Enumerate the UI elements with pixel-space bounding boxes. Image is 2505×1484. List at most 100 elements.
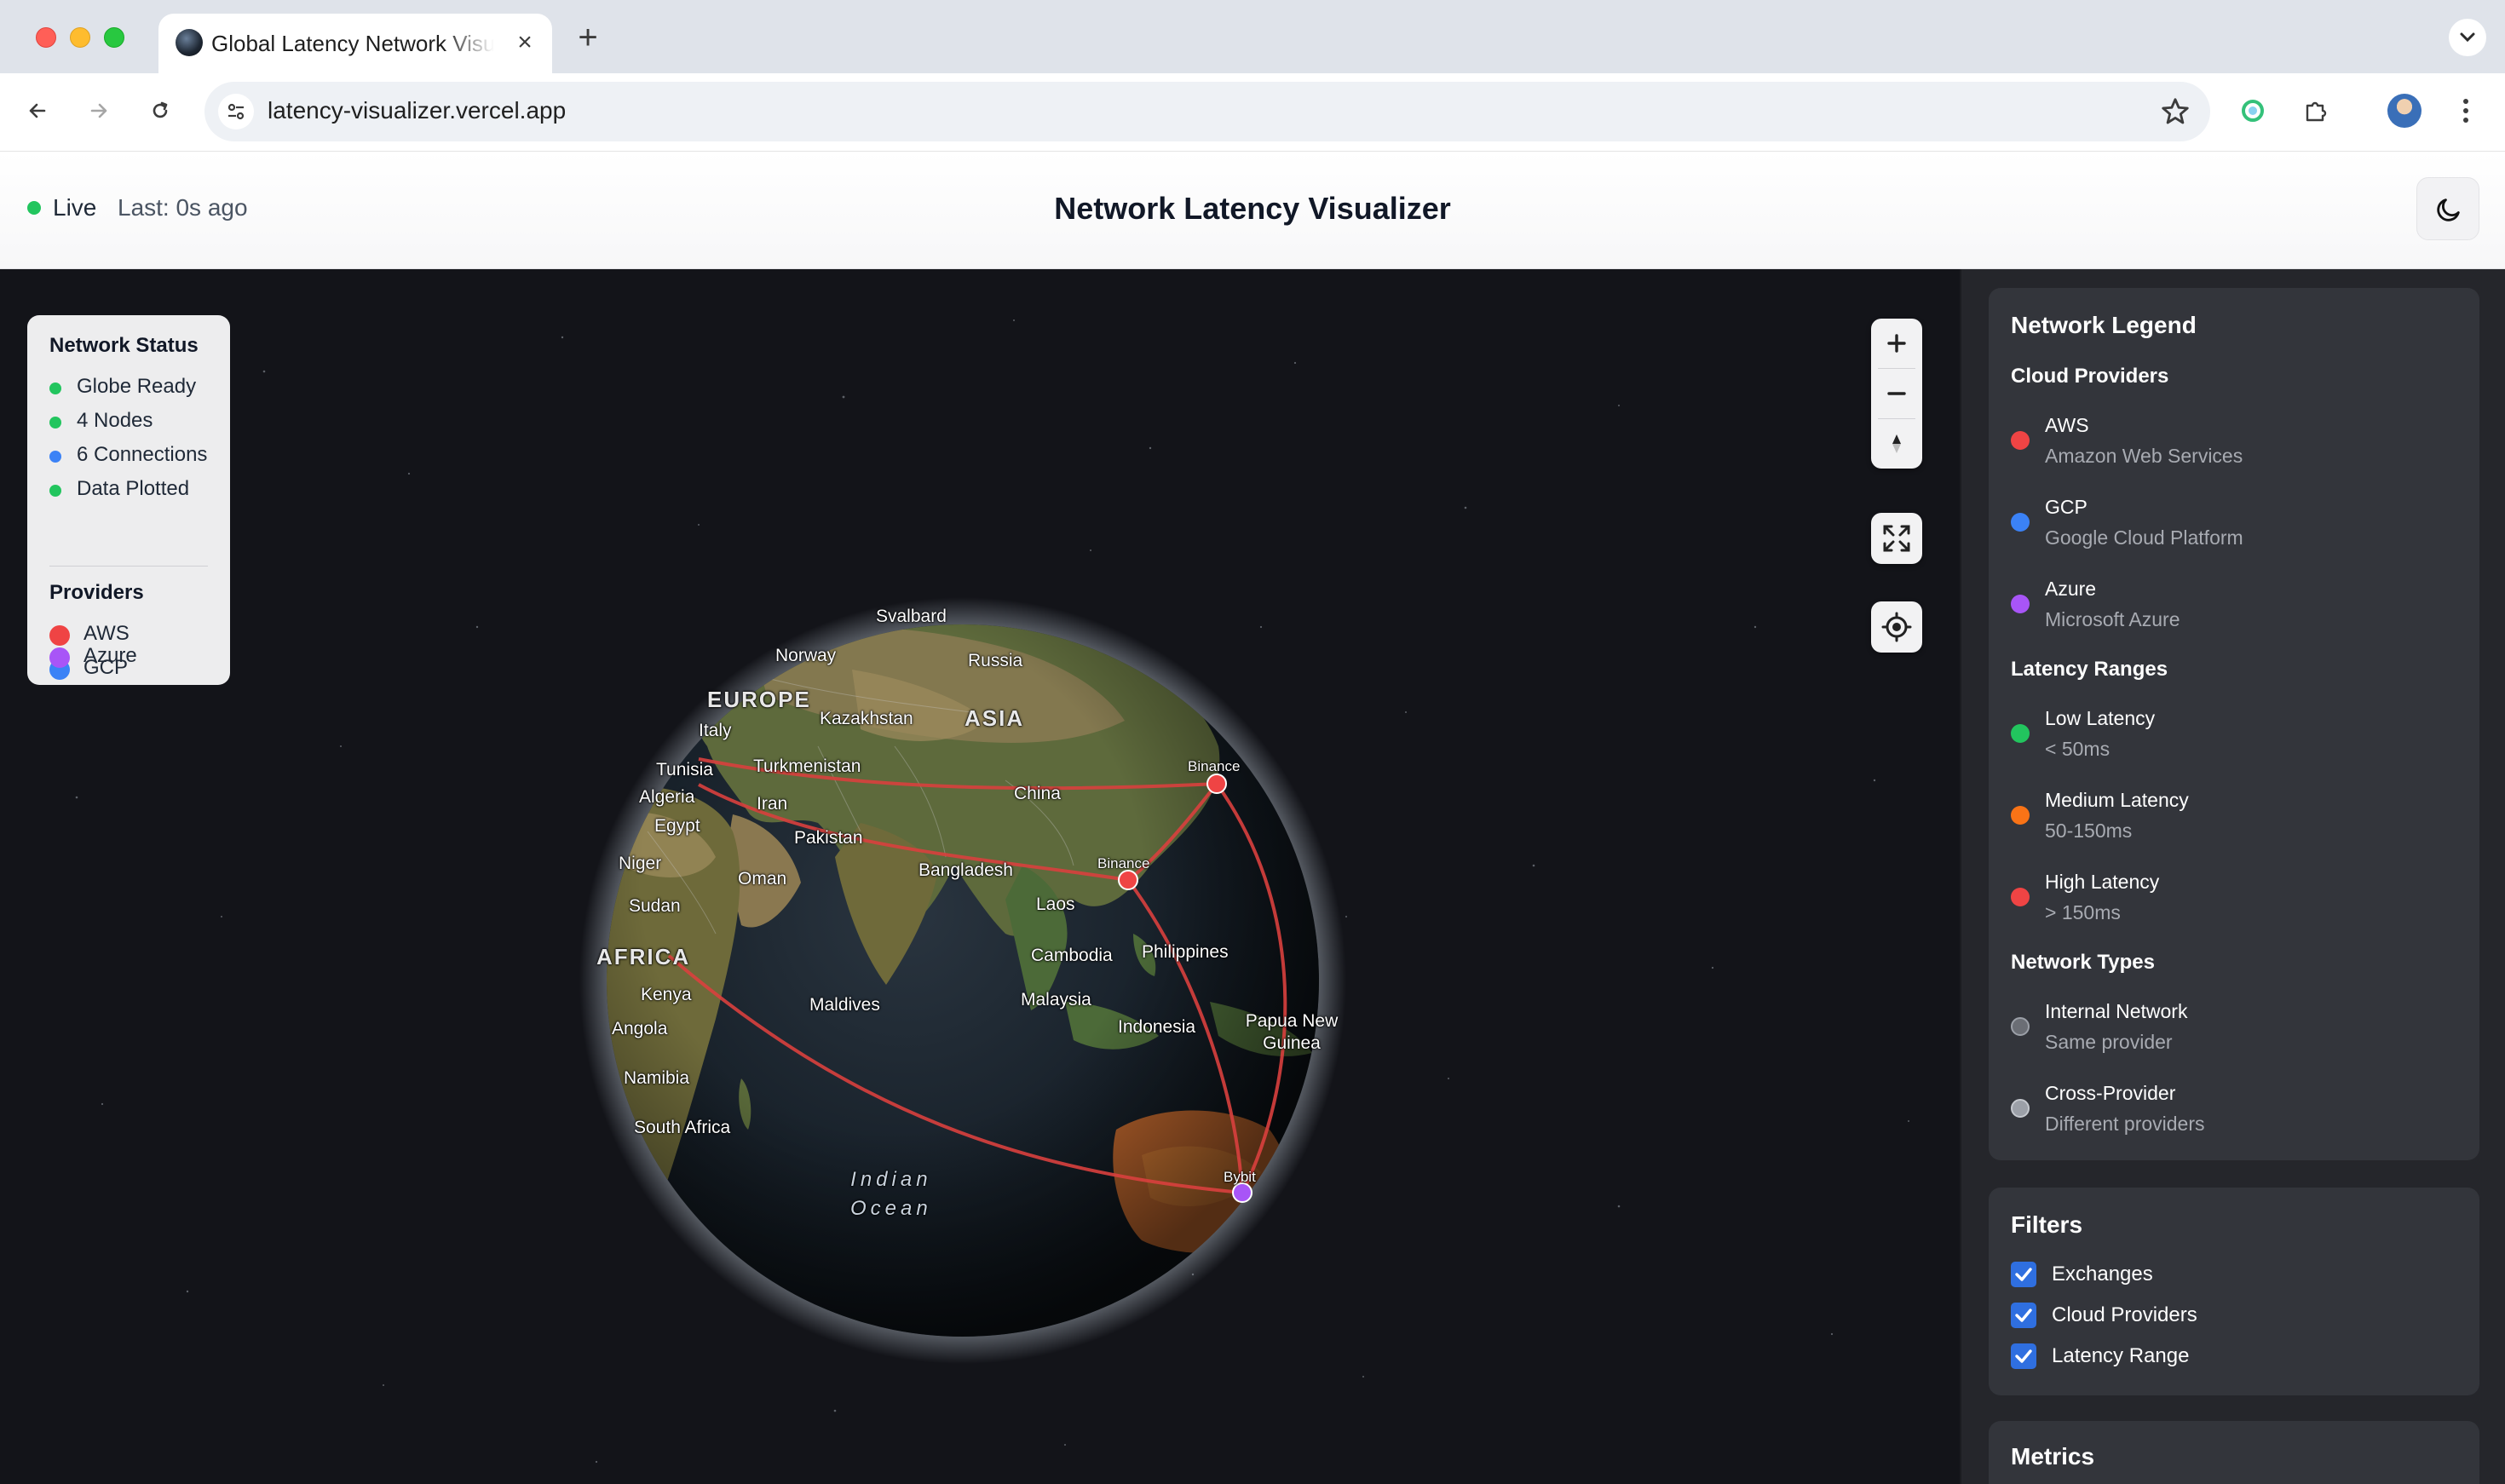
legend-item-high-latency: High Latency > 150ms [2011, 871, 2454, 932]
node-marker-binance-2[interactable] [1118, 870, 1138, 890]
node-label: Binance [1188, 758, 1241, 774]
url-text[interactable]: latency-visualizer.vercel.app [268, 97, 566, 124]
legend-item-name: Medium Latency [2045, 789, 2189, 811]
providers-title: Providers [49, 581, 144, 604]
map-place-label: Iran [757, 794, 788, 814]
cloud-providers-checkbox[interactable] [2011, 1303, 2036, 1328]
provider-dot [49, 647, 70, 668]
profile-avatar[interactable] [2387, 94, 2422, 128]
new-tab-plus-icon[interactable]: + [571, 20, 605, 55]
browser-titlebar: Global Latency Network Visualizer × + [0, 0, 2505, 73]
reload-button[interactable] [140, 90, 181, 131]
map-place-label: Norway [775, 646, 837, 665]
site-info-button[interactable] [218, 94, 254, 129]
legend-item-name: Internal Network [2045, 1000, 2188, 1022]
legend-item-desc: Same provider [2045, 1031, 2173, 1053]
map-place-label: Oman [738, 869, 787, 889]
browser-tab-active[interactable]: Global Latency Network Visualizer × [158, 14, 552, 73]
map-place-label: Maldives [809, 995, 880, 1015]
legend-item-cross-provider: Cross-Provider Different providers [2011, 1082, 2454, 1143]
legend-item-name: GCP [2045, 496, 2088, 518]
network-status-title: Network Status [49, 334, 199, 357]
node-label: Bybit [1224, 1169, 1256, 1185]
locate-button[interactable] [1871, 601, 1922, 653]
legend-item-desc: Amazon Web Services [2045, 445, 2243, 467]
status-item: 4 Nodes [49, 409, 228, 433]
zoom-out-button[interactable] [1871, 369, 1922, 418]
legend-item-name: Azure [2045, 578, 2097, 600]
tab-search-button[interactable] [2449, 19, 2486, 56]
forward-button[interactable] [78, 90, 119, 131]
more-vertical-icon[interactable] [2452, 92, 2479, 129]
legend-item-desc: Microsoft Azure [2045, 608, 2180, 630]
tab-title: Global Latency Network Visualizer [211, 31, 494, 56]
puzzle-icon [2306, 101, 2327, 122]
theme-toggle-button[interactable] [2416, 177, 2479, 240]
app-header: Live Last: 0s ago Network Latency Visual… [0, 152, 2505, 269]
map-region-label: EUROPE [707, 687, 811, 712]
filters-panel: Filters Exchanges Cloud Providers Latenc… [1989, 1188, 2479, 1395]
legend-item-desc: > 150ms [2045, 901, 2121, 923]
address-bar[interactable]: latency-visualizer.vercel.app [204, 82, 2210, 141]
map-place-label: China [1014, 784, 1061, 803]
compass-needle-icon [1892, 434, 1901, 453]
map-place-label: Pakistan [794, 828, 863, 848]
globe-viewport[interactable]: EUROPE ASIA AFRICA Indian Ocean Svalbard … [0, 269, 1960, 1484]
legend-title: Network Legend [2011, 312, 2197, 338]
moon-icon [2437, 198, 2460, 221]
filters-title: Filters [2011, 1211, 2083, 1238]
status-label: 6 Connections [77, 443, 208, 466]
zoom-in-button[interactable] [1871, 319, 1922, 368]
legend-item-low-latency: Low Latency < 50ms [2011, 707, 2454, 768]
extension-button[interactable] [2232, 90, 2273, 131]
legend-item-name: Cross-Provider [2045, 1082, 2176, 1104]
compass-button[interactable] [1871, 419, 1922, 469]
bookmark-star-icon[interactable] [2159, 95, 2191, 128]
legend-item-desc: Different providers [2045, 1113, 2205, 1135]
filter-label[interactable]: Latency Range [2052, 1344, 2189, 1368]
legend-item-aws: AWS Amazon Web Services [2011, 414, 2454, 475]
filter-label[interactable]: Cloud Providers [2052, 1303, 2197, 1327]
metrics-title: Metrics [2011, 1443, 2095, 1470]
map-place-label: Russia [968, 651, 1023, 670]
right-sidebar[interactable]: Network Legend Cloud Providers AWS Amazo… [1960, 269, 2505, 1484]
map-place-label: Papua New Guinea [1245, 1011, 1339, 1053]
legend-item-name: AWS [2045, 414, 2089, 436]
map-place-label: Italy [699, 721, 732, 740]
legend-item-azure: Azure Microsoft Azure [2011, 578, 2454, 639]
node-label: Binance [1097, 855, 1150, 871]
reload-icon [153, 101, 168, 118]
legend-dot [2011, 806, 2030, 825]
window-maximize-button[interactable] [104, 27, 124, 48]
map-place-label: Kazakhstan [820, 709, 913, 728]
filter-cloud-providers[interactable]: Cloud Providers [2011, 1302, 2352, 1331]
tune-icon [227, 103, 245, 120]
filter-label[interactable]: Exchanges [2052, 1263, 2153, 1286]
exchanges-checkbox[interactable] [2011, 1262, 2036, 1287]
node-marker-binance-1[interactable] [1206, 774, 1227, 794]
latency-range-checkbox[interactable] [2011, 1343, 2036, 1369]
map-place-label: Indonesia [1118, 1017, 1196, 1037]
back-button[interactable] [17, 90, 58, 131]
browser-toolbar: latency-visualizer.vercel.app [0, 73, 2505, 152]
status-label: Globe Ready [77, 375, 197, 398]
window-minimize-button[interactable] [70, 27, 90, 48]
plus-icon [1887, 334, 1906, 353]
map-place-label: Bangladesh [918, 860, 1013, 880]
filter-latency-range[interactable]: Latency Range [2011, 1343, 2352, 1372]
status-dot [49, 417, 61, 429]
map-place-label: Malaysia [1021, 990, 1091, 1009]
filter-exchanges[interactable]: Exchanges [2011, 1261, 2352, 1290]
status-dot [49, 451, 61, 463]
map-place-label: Niger [619, 854, 662, 873]
node-marker-bybit[interactable] [1232, 1182, 1252, 1203]
minus-icon [1887, 392, 1906, 395]
cloud-providers-title: Cloud Providers [2011, 365, 2169, 388]
window-close-button[interactable] [36, 27, 56, 48]
fullscreen-button[interactable] [1871, 513, 1922, 564]
legend-dot [2011, 595, 2030, 613]
legend-item-desc: 50-150ms [2045, 820, 2133, 842]
provider-dot [49, 625, 70, 646]
extensions-menu-button[interactable] [2295, 90, 2336, 131]
tab-close-icon[interactable]: × [511, 29, 538, 56]
